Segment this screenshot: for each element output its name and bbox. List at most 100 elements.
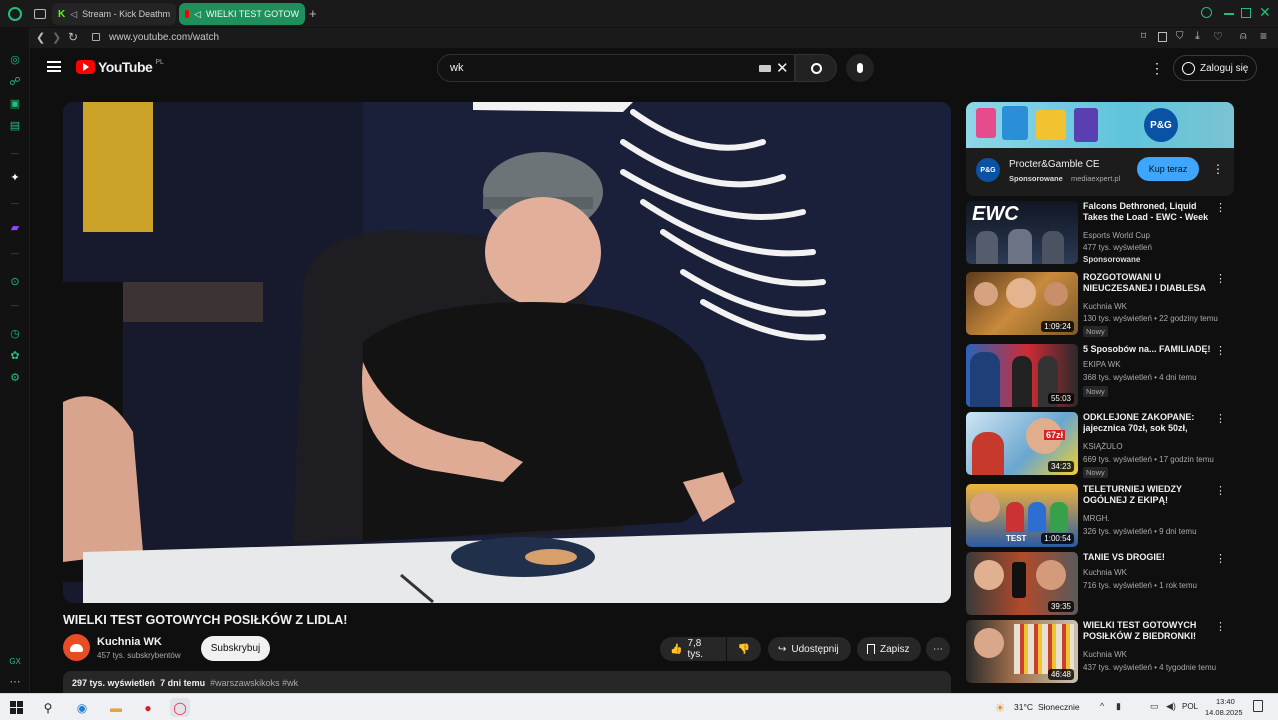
workspaces-icon[interactable] — [34, 9, 46, 19]
recommendation-card[interactable]: TEST 1:00:54 TELETURNIEJ WIEDZY OGÓLNEJ … — [966, 484, 1234, 548]
more-actions-button[interactable]: ⋯ — [926, 637, 950, 661]
language-indicator[interactable]: POL — [1182, 702, 1198, 711]
snapshot-icon[interactable]: ⌑ — [1141, 31, 1146, 42]
video-thumbnail[interactable]: EWC — [966, 201, 1078, 264]
bookmark-icon[interactable] — [1158, 32, 1167, 42]
channel-name[interactable]: Kuchnia WK — [97, 636, 162, 648]
ad-cta-button[interactable]: Kup teraz — [1137, 157, 1199, 181]
recommendation-title[interactable]: ROZGOTOWANI U NIEUCZESANEJ I DIABLESA [#… — [1083, 272, 1215, 294]
card-kebab-icon[interactable]: ⋮ — [1215, 274, 1226, 285]
weather-temp[interactable]: 31°C — [1014, 702, 1033, 712]
recommendation-title[interactable]: ODKLEJONE ZAKOPANE: jajecznica 70zł, sok… — [1083, 412, 1215, 434]
recommendation-card[interactable]: 67zł 34:23 ODKLEJONE ZAKOPANE: jajecznic… — [966, 412, 1234, 478]
recommendation-title[interactable]: Falcons Dethroned, Liquid Takes the Load… — [1083, 201, 1215, 223]
keyboard-icon[interactable] — [759, 65, 771, 72]
ad-image[interactable]: P&G — [966, 102, 1234, 148]
history-icon[interactable]: ◷ — [8, 326, 22, 340]
card-kebab-icon[interactable]: ⋮ — [1215, 203, 1226, 214]
shield-icon[interactable]: ⛉ — [1176, 31, 1184, 42]
recommendation-title[interactable]: WIELKI TEST GOTOWYCH POSIŁKÓW Z BIEDRONK… — [1083, 620, 1215, 642]
recommendation-channel[interactable]: MRGH. — [1083, 514, 1110, 523]
notifications-icon[interactable] — [1253, 700, 1263, 712]
share-button[interactable]: ↪ Udostępnij — [768, 637, 851, 661]
recommendation-channel[interactable]: KSIĄŻULO — [1083, 442, 1123, 451]
video-player[interactable] — [63, 102, 951, 603]
like-button[interactable]: 👍 7,8 tys. — [660, 637, 726, 661]
network-icon[interactable]: ▭ — [1150, 701, 1159, 712]
recommendation-title[interactable]: TANIE VS DROGIE! — [1083, 552, 1215, 563]
recommendation-card[interactable]: 1:09:24 ROZGOTOWANI U NIEUCZESANEJ I DIA… — [966, 272, 1234, 337]
kick-sidebar-icon[interactable]: ✦ — [8, 170, 22, 184]
minimize-button[interactable] — [1224, 13, 1234, 15]
recommendation-card[interactable]: 55:03 5 Sposobów na... FAMILIADĘ! EKIPA … — [966, 344, 1234, 408]
video-thumbnail[interactable]: 46:48 — [966, 620, 1078, 683]
recommendation-title[interactable]: TELETURNIEJ WIEDZY OGÓLNEJ Z EKIPĄ! — [1083, 484, 1215, 506]
search-input[interactable]: wk — [450, 62, 463, 74]
ad-banner[interactable]: P&G P&G Procter&Gamble CE Sponsorowane m… — [966, 102, 1234, 196]
whatsapp-icon[interactable]: ▣ — [8, 96, 22, 110]
recommendation-card[interactable]: 46:48 WIELKI TEST GOTOWYCH POSIŁKÓW Z BI… — [966, 620, 1234, 684]
account-icon[interactable]: ⍝ — [1240, 30, 1247, 43]
card-kebab-icon[interactable]: ⋮ — [1215, 346, 1226, 357]
dislike-button[interactable]: 👎 — [727, 637, 761, 661]
sign-in-button[interactable]: Zaloguj się — [1173, 55, 1257, 81]
heart-icon[interactable]: ♡ — [1213, 30, 1223, 43]
maximize-button[interactable] — [1241, 8, 1251, 18]
volume-icon[interactable]: ◀) — [1166, 701, 1176, 712]
clock-time[interactable]: 13:40 — [1216, 697, 1235, 706]
card-kebab-icon[interactable]: ⋮ — [1215, 486, 1226, 497]
opera-gx-taskbar-icon[interactable]: ◯ — [170, 698, 190, 717]
menu-icon[interactable]: ≡ — [1260, 29, 1267, 43]
video-thumbnail[interactable]: 1:09:24 — [966, 272, 1078, 335]
new-tab-button[interactable]: + — [309, 6, 317, 21]
recommendation-channel[interactable]: Kuchnia WK — [1083, 650, 1127, 659]
tab-kick-stream[interactable]: K ◁ Stream - Kick Deathm — [52, 3, 176, 25]
card-kebab-icon[interactable]: ⋮ — [1215, 414, 1226, 425]
clear-search-icon[interactable]: ✕ — [776, 59, 789, 77]
card-kebab-icon[interactable]: ⋮ — [1215, 622, 1226, 633]
youtube-logo[interactable]: YouTube PL — [76, 59, 164, 75]
search-button[interactable] — [795, 54, 837, 82]
url-field[interactable]: www.youtube.com/watch — [109, 32, 219, 43]
settings-kebab-icon[interactable]: ⋮ — [1150, 60, 1164, 77]
messenger-icon[interactable]: ☍ — [8, 74, 22, 88]
video-thumbnail[interactable]: 55:03 — [966, 344, 1078, 407]
video-thumbnail[interactable]: TEST 1:00:54 — [966, 484, 1078, 547]
recommendation-channel[interactable]: Esports World Cup — [1083, 231, 1150, 240]
download-icon[interactable]: ⤓ — [1195, 30, 1200, 43]
video-thumbnail[interactable]: 67zł 34:23 — [966, 412, 1078, 475]
start-button[interactable] — [6, 698, 26, 717]
search-box[interactable]: wk ✕ — [437, 54, 795, 82]
mic-tray-icon[interactable]: ▮ — [1116, 701, 1121, 712]
hamburger-menu-icon[interactable] — [47, 61, 61, 72]
clock-date[interactable]: 14.08.2025 — [1205, 708, 1243, 717]
back-button[interactable]: ❮ — [36, 31, 45, 44]
settings-icon[interactable]: ⚙ — [8, 370, 22, 384]
forward-button[interactable]: ❯ — [52, 31, 61, 44]
telegram-icon[interactable]: ▤ — [8, 118, 22, 132]
voice-search-button[interactable] — [846, 54, 874, 82]
recommendation-card[interactable]: 39:35 TANIE VS DROGIE! Kuchnia WK 716 ty… — [966, 552, 1234, 616]
player-icon[interactable]: ⊙ — [8, 274, 22, 288]
tab-youtube-video[interactable]: ◁ WIELKI TEST GOTOW — [179, 3, 305, 25]
edge-icon[interactable]: ◉ — [72, 698, 92, 717]
card-kebab-icon[interactable]: ⋮ — [1215, 554, 1226, 565]
video-thumbnail[interactable]: 39:35 — [966, 552, 1078, 615]
recommendation-title[interactable]: 5 Sposobów na... FAMILIADĘ! — [1083, 344, 1215, 355]
tray-chevron-icon[interactable]: ^ — [1100, 701, 1104, 711]
subscribe-button[interactable]: Subskrybuj — [201, 636, 270, 661]
recommendation-channel[interactable]: Kuchnia WK — [1083, 568, 1127, 577]
recommendation-card[interactable]: EWC Falcons Dethroned, Liquid Takes the … — [966, 201, 1234, 265]
weather-desc[interactable]: Słonecznie — [1038, 702, 1080, 712]
channel-avatar[interactable] — [63, 634, 90, 661]
more-icon[interactable]: ⋯ — [8, 674, 22, 688]
ad-kebab-icon[interactable]: ⋮ — [1212, 162, 1224, 176]
description-box[interactable]: 297 tys. wyświetleń 7 dni temu #warszaws… — [63, 671, 951, 693]
gx-icon[interactable]: GX — [8, 654, 22, 668]
aria-icon[interactable]: ◎ — [8, 52, 22, 66]
extensions-icon[interactable]: ✿ — [8, 348, 22, 362]
twitch-icon[interactable]: ▰ — [8, 220, 22, 234]
hashtags[interactable]: #warszawskikoks #wk — [210, 678, 298, 688]
app-icon[interactable]: ● — [138, 698, 158, 717]
search-icon[interactable]: ⚲ — [38, 698, 58, 717]
